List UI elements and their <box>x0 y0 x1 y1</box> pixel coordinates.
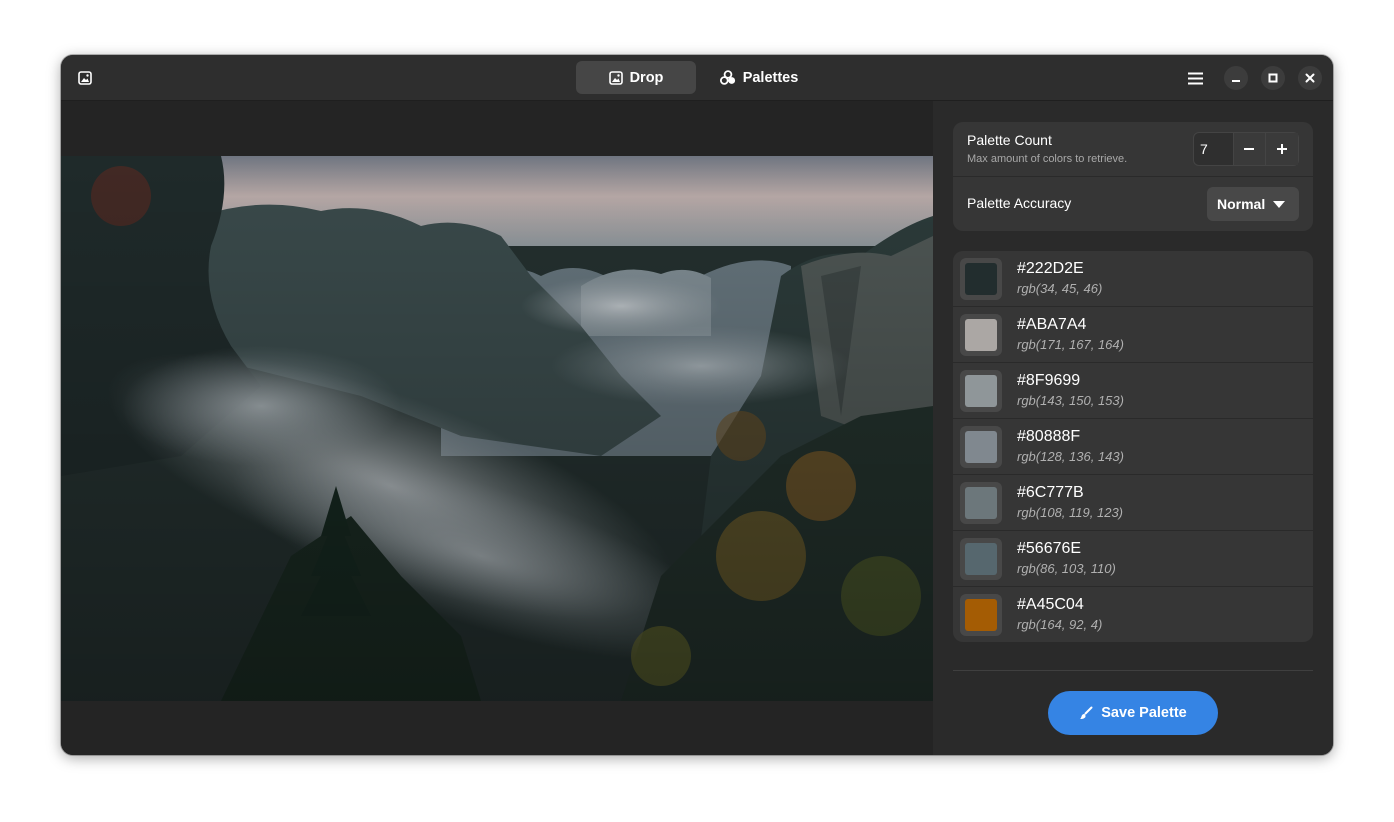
color-rgb: rgb(86, 103, 110) <box>1017 561 1116 576</box>
tab-drop[interactable]: Drop <box>576 61 696 94</box>
palette-accuracy-label: Palette Accuracy <box>967 195 1072 211</box>
color-swatch-button[interactable] <box>960 426 1002 468</box>
palette-icon <box>719 70 736 85</box>
color-row[interactable]: #80888F rgb(128, 136, 143) <box>953 419 1313 475</box>
color-hex: #80888F <box>1017 428 1081 445</box>
color-swatch-button[interactable] <box>960 538 1002 580</box>
minimize-icon <box>1231 73 1241 83</box>
palette-count-subtitle: Max amount of colors to retrieve. <box>967 153 1128 165</box>
maximize-button[interactable] <box>1261 66 1285 90</box>
color-row[interactable]: #222D2E rgb(34, 45, 46) <box>953 251 1313 307</box>
color-row[interactable]: #ABA7A4 rgb(171, 167, 164) <box>953 307 1313 363</box>
tab-palettes[interactable]: Palettes <box>698 61 820 94</box>
image-icon <box>608 70 623 85</box>
color-swatch-button[interactable] <box>960 370 1002 412</box>
color-swatch <box>965 599 997 631</box>
image-icon <box>73 66 96 89</box>
color-swatch-button[interactable] <box>960 314 1002 356</box>
color-row[interactable]: #8F9699 rgb(143, 150, 153) <box>953 363 1313 419</box>
color-swatch <box>965 319 997 351</box>
image-drop-area[interactable] <box>61 101 933 755</box>
maximize-icon <box>1268 73 1278 83</box>
color-hex: #222D2E <box>1017 260 1084 277</box>
color-hex: #ABA7A4 <box>1017 316 1087 333</box>
color-rgb: rgb(164, 92, 4) <box>1017 617 1103 632</box>
minimize-button[interactable] <box>1224 66 1248 90</box>
color-swatch-button[interactable] <box>960 594 1002 636</box>
palette-count-spinbutton: 7 <box>1193 132 1299 166</box>
save-palette-button[interactable]: Save Palette <box>1048 691 1218 735</box>
save-palette-label: Save Palette <box>1101 705 1187 721</box>
plus-icon <box>1276 143 1288 155</box>
color-swatch <box>965 263 997 295</box>
color-swatch-button[interactable] <box>960 482 1002 524</box>
hamburger-menu-icon[interactable] <box>1183 66 1207 90</box>
palette-count-value[interactable]: 7 <box>1194 133 1233 165</box>
settings-card: Palette Count Max amount of colors to re… <box>953 122 1313 231</box>
close-button[interactable] <box>1298 66 1322 90</box>
color-hex: #56676E <box>1017 540 1082 557</box>
color-swatch-button[interactable] <box>960 258 1002 300</box>
palette-accuracy-row: Palette Accuracy Normal <box>953 177 1313 231</box>
loaded-landscape-image <box>61 156 933 701</box>
color-list: #222D2E rgb(34, 45, 46) #ABA7A4 rgb(171,… <box>953 251 1313 642</box>
minus-icon <box>1243 143 1255 155</box>
palette-count-label: Palette Count <box>967 132 1052 148</box>
color-row[interactable]: #A45C04 rgb(164, 92, 4) <box>953 587 1313 642</box>
tab-palettes-label: Palettes <box>742 69 799 86</box>
app-window: Drop Palettes Palette Count Max amount o… <box>61 55 1333 755</box>
divider <box>953 670 1313 671</box>
color-hex: #6C777B <box>1017 484 1084 501</box>
color-rgb: rgb(108, 119, 123) <box>1017 505 1123 520</box>
decrement-button[interactable] <box>1232 133 1266 165</box>
color-swatch <box>965 487 997 519</box>
chevron-down-icon <box>1273 200 1286 208</box>
color-row[interactable]: #56676E rgb(86, 103, 110) <box>953 531 1313 587</box>
color-rgb: rgb(171, 167, 164) <box>1017 337 1124 352</box>
sidebar: Palette Count Max amount of colors to re… <box>933 101 1333 755</box>
color-row[interactable]: #6C777B rgb(108, 119, 123) <box>953 475 1313 531</box>
view-switcher: Drop Palettes <box>576 61 820 94</box>
color-swatch <box>965 375 997 407</box>
palette-count-row: Palette Count Max amount of colors to re… <box>953 122 1313 177</box>
brush-icon <box>1079 706 1093 720</box>
color-rgb: rgb(34, 45, 46) <box>1017 281 1103 296</box>
tab-drop-label: Drop <box>629 69 664 86</box>
close-icon <box>1305 73 1315 83</box>
increment-button[interactable] <box>1265 133 1299 165</box>
color-swatch <box>965 431 997 463</box>
header-bar: Drop Palettes <box>61 55 1333 101</box>
palette-accuracy-dropdown[interactable]: Normal <box>1207 187 1299 221</box>
color-rgb: rgb(143, 150, 153) <box>1017 393 1124 408</box>
palette-accuracy-value: Normal <box>1217 196 1266 212</box>
color-hex: #8F9699 <box>1017 372 1081 389</box>
color-swatch <box>965 543 997 575</box>
color-hex: #A45C04 <box>1017 596 1084 613</box>
color-rgb: rgb(128, 136, 143) <box>1017 449 1124 464</box>
